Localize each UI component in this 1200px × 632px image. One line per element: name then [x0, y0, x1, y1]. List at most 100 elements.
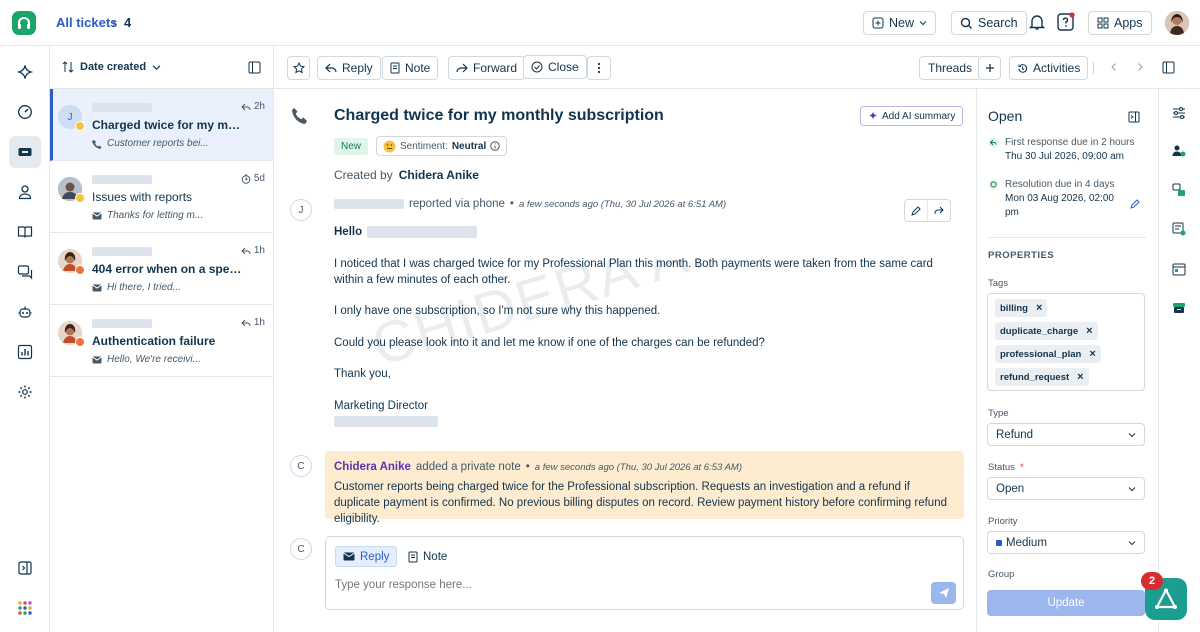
more-options-button[interactable] [587, 56, 611, 80]
requester-name-redacted [92, 319, 152, 328]
edit-sla-pencil-icon[interactable] [1130, 199, 1140, 209]
nav-knowledge-book-icon[interactable] [9, 216, 41, 248]
edit-pencil-icon[interactable] [905, 200, 928, 221]
apps-button[interactable]: Apps [1088, 11, 1152, 35]
more-vertical-icon [597, 62, 601, 74]
message-paragraph: Could you please look into it and let me… [334, 337, 765, 349]
help-icon[interactable] [1056, 12, 1076, 32]
tags-label: Tags [988, 278, 1009, 289]
editor-note-tab[interactable]: Note [401, 546, 454, 567]
forward-button[interactable]: Forward [448, 56, 526, 80]
new-button[interactable]: New [863, 11, 937, 35]
priority-select[interactable]: Medium [987, 531, 1145, 554]
update-button[interactable]: Update [987, 590, 1145, 616]
nav-product-switcher-icon[interactable] [9, 592, 41, 624]
sentiment-indicator: Sentiment: Neutral [376, 136, 508, 156]
search-button[interactable]: Search [951, 11, 1027, 35]
sort-arrows-icon [62, 61, 74, 73]
breadcrumb-all-tickets[interactable]: All tickets [56, 15, 117, 30]
ticket-title: Issues with reports [92, 190, 193, 204]
rail-timeline-icon[interactable] [1169, 219, 1189, 239]
user-avatar[interactable] [1165, 11, 1189, 35]
tags-input[interactable]: billing × duplicate_charge × professional_… [987, 293, 1145, 391]
recipient-name-redacted [367, 226, 478, 238]
note-body: Customer reports being charged twice for… [334, 481, 947, 525]
toggle-properties-panel-icon[interactable] [1162, 61, 1175, 74]
rail-archive-icon[interactable] [1169, 298, 1189, 318]
plus-square-icon [872, 17, 884, 29]
nav-tickets-icon[interactable] [9, 136, 41, 168]
remove-tag-close-icon[interactable]: × [1036, 302, 1042, 314]
first-response-label: First response due in 2 hours [1005, 137, 1135, 148]
note-button[interactable]: Note [382, 56, 439, 80]
forward-arrow-icon [456, 63, 468, 73]
sentiment-value: Neutral [451, 140, 487, 152]
reply-button-label: Reply [342, 61, 373, 75]
ticket-time-label: 5d [253, 173, 265, 184]
ticket-preview: Hi there, I tried... [92, 282, 181, 293]
forward-message-icon[interactable] [928, 200, 950, 221]
ticket-row[interactable]: 1h 404 error when on a specifi... Hi the… [50, 233, 273, 305]
nav-expand-panel-icon[interactable] [9, 552, 41, 584]
add-ai-summary-button[interactable]: Add AI summary [860, 106, 964, 126]
note-time: a few seconds ago (Thu, 30 Jul 2026 at 6… [534, 461, 742, 473]
editor-avatar: C [290, 538, 312, 560]
remove-tag-close-icon[interactable]: × [1086, 325, 1092, 337]
nav-contacts-person-icon[interactable] [9, 176, 41, 208]
ticket-title: Charged twice for my month... [92, 118, 244, 132]
app-logo[interactable] [12, 11, 36, 35]
rail-linked-records-icon[interactable] [1169, 180, 1189, 200]
history-icon [1018, 63, 1028, 73]
reply-arrow-icon [241, 247, 251, 254]
status-badge: New [334, 138, 369, 155]
reply-button[interactable]: Reply [317, 56, 381, 80]
collapse-panel-icon[interactable] [1128, 111, 1140, 123]
nav-settings-gear-icon[interactable] [9, 376, 41, 408]
note-icon [408, 551, 418, 562]
previous-ticket-chevron-icon[interactable] [1110, 62, 1118, 72]
ticket-row[interactable]: 5d Issues with reports Thanks for lettin… [50, 161, 273, 233]
close-ticket-button[interactable]: Close [523, 55, 587, 79]
nav-sparkle-icon[interactable] [9, 56, 41, 88]
email-icon [343, 552, 355, 561]
remove-tag-close-icon[interactable]: × [1089, 348, 1095, 360]
ticket-row[interactable]: J 2h Charged twice for my month... Custo… [50, 89, 273, 161]
rail-calendar-icon[interactable] [1169, 259, 1189, 279]
apps-button-label: Apps [1114, 16, 1143, 30]
next-ticket-chevron-icon[interactable] [1136, 62, 1144, 72]
info-icon [490, 141, 501, 151]
divider [1093, 62, 1094, 74]
nav-dashboard-gauge-icon[interactable] [9, 96, 41, 128]
chevron-down-icon [1128, 486, 1136, 491]
created-by-name[interactable]: Chidera Anike [399, 168, 479, 182]
ticket-time-label: 1h [253, 317, 265, 328]
editor-reply-tab[interactable]: Reply [335, 546, 398, 567]
rail-contact-info-icon[interactable] [1169, 141, 1189, 161]
sort-dropdown[interactable]: Date created [62, 61, 161, 73]
threads-button[interactable]: Threads [919, 56, 982, 80]
star-icon [292, 62, 305, 74]
status-select[interactable]: Open [987, 477, 1145, 500]
nav-chat-bubbles-icon[interactable] [9, 256, 41, 288]
activities-button[interactable]: Activities [1009, 56, 1089, 80]
remove-tag-close-icon[interactable]: × [1077, 371, 1083, 383]
toggle-list-panel-icon[interactable] [248, 61, 261, 74]
sentiment-emoji-icon [75, 121, 85, 131]
add-thread-button[interactable] [978, 56, 1001, 80]
send-button[interactable] [931, 582, 956, 604]
signature-redacted [334, 416, 438, 427]
star-button[interactable] [287, 56, 310, 80]
resolution-label: Resolution due in 4 days [1005, 179, 1115, 190]
nav-reports-chart-icon[interactable] [9, 336, 41, 368]
status-value: Open [996, 482, 1025, 495]
notifications-bell-icon[interactable] [1028, 13, 1046, 31]
sort-label: Date created [80, 61, 147, 73]
sentiment-emoji-icon [75, 337, 85, 347]
note-author[interactable]: Chidera Anike [334, 461, 411, 473]
nav-bot-icon[interactable] [9, 296, 41, 328]
rail-sliders-icon[interactable] [1169, 103, 1189, 123]
type-select[interactable]: Refund [987, 423, 1145, 446]
ticket-row[interactable]: 1h Authentication failure Hello, We're r… [50, 305, 273, 377]
ticket-title: Authentication failure [92, 334, 216, 348]
response-input[interactable] [335, 579, 915, 591]
